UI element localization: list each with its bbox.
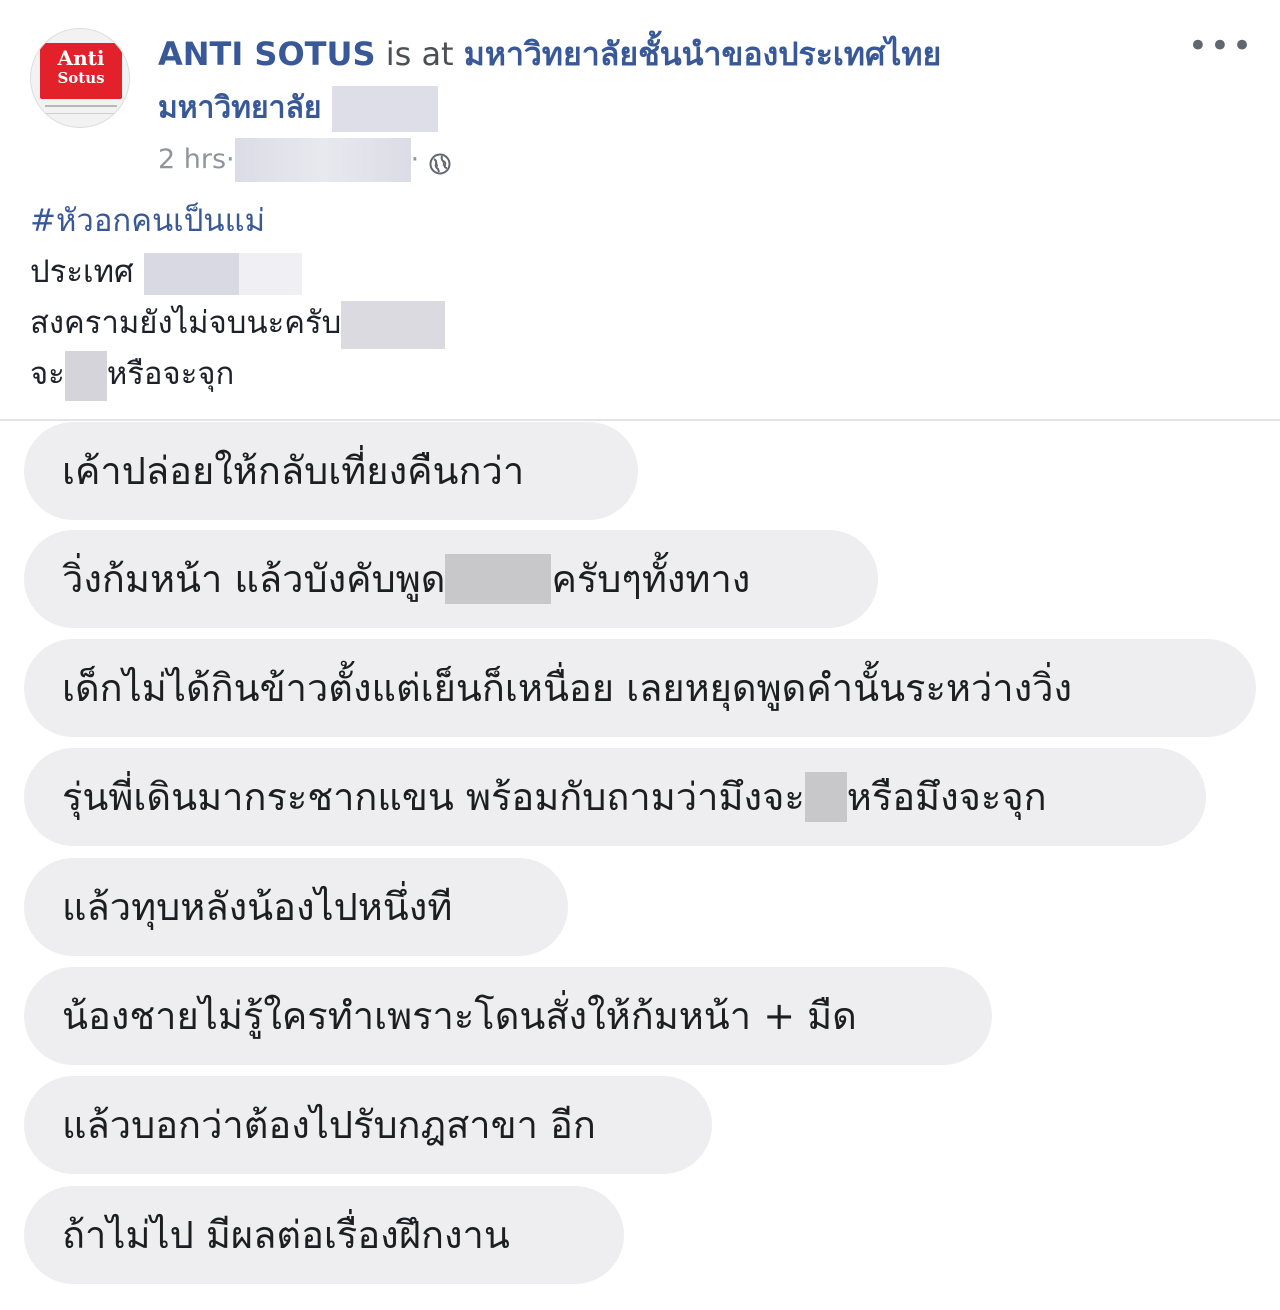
chat-bubble: แล้วบอกว่าต้องไปรับกฎสาขา อีก bbox=[24, 1076, 712, 1174]
logo-subtitle-lines bbox=[45, 105, 117, 114]
chat-bubble: รุ่นพี่เดินมากระชากแขน พร้อมกับถามว่ามึง… bbox=[24, 748, 1206, 846]
chat-bubble: วิ่งก้มหน้า แล้วบังคับพูด ครับๆทั้งทาง bbox=[24, 530, 878, 628]
logo-text-sotus: Sotus bbox=[57, 69, 105, 87]
chat-bubble: เด็กไม่ได้กินข้าวตั้งแต่เย็นก็เหนื่อย เล… bbox=[24, 639, 1256, 737]
chat-message-text: ถ้าไม่ไป มีผลต่อเรื่องฝึกงาน bbox=[62, 1213, 510, 1257]
redacted-block bbox=[804, 771, 847, 822]
facebook-post: Anti Sotus ANTI SOTUS is at มหาวิทยาลัยช… bbox=[0, 0, 1280, 420]
place-link[interactable]: มหาวิทยาลัยชั้นนำของประเทศไทย bbox=[464, 35, 941, 73]
page-avatar[interactable]: Anti Sotus bbox=[30, 28, 130, 128]
chat-message-text: เค้าปล่อยให้กลับเที่ยงคืนกว่า bbox=[62, 449, 525, 493]
anti-sotus-logo: Anti Sotus bbox=[40, 43, 122, 99]
chat-message-text: แล้วทุบหลังน้องไปหนึ่งที bbox=[62, 885, 453, 929]
is-at-text: is at bbox=[375, 35, 464, 73]
logo-text-anti: Anti bbox=[57, 46, 105, 70]
chat-bubble: ถ้าไม่ไป มีผลต่อเรื่องฝึกงาน bbox=[24, 1186, 624, 1284]
post-line-4: จะ หรือจะจุก bbox=[30, 349, 445, 401]
chat-message-text-2: ครับๆทั้งทาง bbox=[551, 557, 751, 601]
post-line-3: สงครามยังไม่จบนะครับ bbox=[30, 298, 446, 349]
redacted-block bbox=[143, 252, 302, 295]
redacted-block bbox=[445, 553, 552, 604]
redacted-block bbox=[64, 350, 107, 401]
post-meta: 2 hrs · · bbox=[158, 138, 451, 182]
post-line-4-text-b: หรือจะจุก bbox=[106, 356, 235, 392]
page-name-link[interactable]: ANTI SOTUS bbox=[158, 35, 376, 73]
post-line-4-text-a: จะ bbox=[30, 356, 65, 392]
post-line-2-text: ประเทศ bbox=[30, 254, 134, 290]
chat-bubble: น้องชายไม่รู้ใครทำเพราะโดนสั่งให้ก้มหน้า… bbox=[24, 967, 992, 1065]
chat-message-text: เด็กไม่ได้กินข้าวตั้งแต่เย็นก็เหนื่อย เล… bbox=[62, 666, 1073, 710]
chat-message-text: วิ่งก้มหน้า แล้วบังคับพูด bbox=[62, 557, 446, 601]
redacted-block bbox=[341, 300, 446, 349]
meta-separator: · bbox=[226, 144, 235, 175]
chat-message-text: น้องชายไม่รู้ใครทำเพราะโดนสั่งให้ก้มหน้า… bbox=[62, 994, 857, 1038]
post-header: ANTI SOTUS is at มหาวิทยาลัยชั้นนำของประ… bbox=[158, 34, 941, 74]
globe-icon[interactable] bbox=[429, 149, 451, 175]
post-line-3-text: สงครามยังไม่จบนะครับ bbox=[30, 305, 342, 341]
chat-message-text: แล้วบอกว่าต้องไปรับกฎสาขา อีก bbox=[62, 1103, 596, 1147]
more-options-icon[interactable]: ••• bbox=[1188, 29, 1254, 63]
chat-message-text: รุ่นพี่เดินมากระชากแขน พร้อมกับถามว่ามึง… bbox=[62, 775, 805, 819]
post-timestamp[interactable]: 2 hrs bbox=[158, 142, 226, 178]
post-text: #หัวอกคนเป็นแม่ ประเทศ สงครามยังไม่จบนะค… bbox=[30, 196, 446, 401]
subplace-link[interactable]: มหาวิทยาลัย bbox=[158, 91, 321, 126]
chat-screenshot: เค้าปล่อยให้กลับเที่ยงคืนกว่า วิ่งก้มหน้… bbox=[0, 421, 1280, 1310]
hashtag-link[interactable]: #หัวอกคนเป็นแม่ bbox=[30, 203, 265, 239]
chat-bubble: แล้วทุบหลังน้องไปหนึ่งที bbox=[24, 858, 568, 956]
subplace-line: มหาวิทยาลัย bbox=[158, 86, 438, 132]
post-line-hashtag: #หัวอกคนเป็นแม่ bbox=[30, 196, 445, 247]
post-line-2: ประเทศ bbox=[30, 247, 445, 298]
redacted-block bbox=[331, 86, 438, 132]
redacted-block bbox=[234, 138, 411, 182]
chat-message-text-2: หรือมึงจะจุก bbox=[846, 775, 1047, 819]
meta-separator-2: · bbox=[410, 144, 420, 175]
chat-bubble: เค้าปล่อยให้กลับเที่ยงคืนกว่า bbox=[24, 422, 638, 520]
